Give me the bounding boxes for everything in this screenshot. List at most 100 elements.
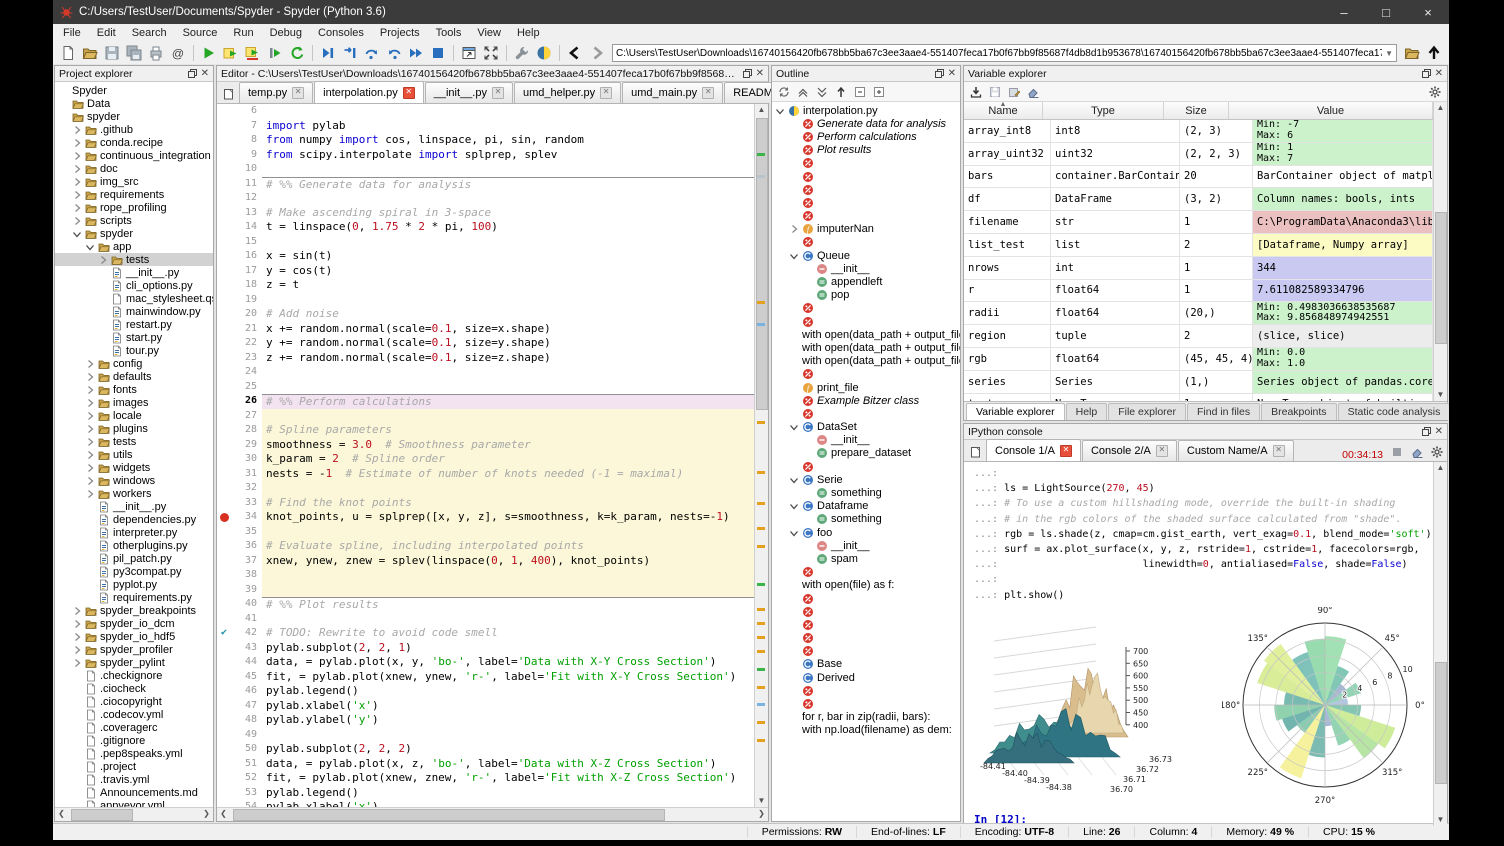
outline-item[interactable] (772, 315, 960, 328)
outline-item[interactable] (772, 632, 960, 645)
close-pane-icon[interactable]: ✕ (756, 69, 764, 79)
find-button[interactable]: @ (167, 44, 189, 62)
column-header-size[interactable]: Size (1164, 102, 1229, 119)
debug-button[interactable] (317, 44, 339, 62)
outline-item[interactable] (772, 210, 960, 223)
menu-run[interactable]: Run (225, 26, 261, 40)
outline-item-with-open-data-path-output-file-n-[interactable]: with open(data_path + output_file_n... (772, 341, 960, 354)
tree-item-plugins[interactable]: plugins (55, 422, 213, 435)
variable-explorer-options-button[interactable] (1427, 84, 1443, 99)
tree-item--ciocheck[interactable]: .ciocheck (55, 682, 213, 695)
column-header-name[interactable]: ▲Name (964, 102, 1043, 119)
plugin-tab-help[interactable]: Help (1066, 403, 1108, 420)
minimize-button[interactable]: – (1323, 0, 1365, 24)
save-button[interactable] (101, 44, 123, 62)
outline-item-plot-results[interactable]: Plot results (772, 144, 960, 157)
tree-item-tour-py[interactable]: tour.py (55, 344, 213, 357)
close-pane-icon[interactable]: ✕ (1435, 427, 1443, 437)
console-tab-console-1-a[interactable]: Console 1/A✕ (986, 439, 1081, 461)
scroll-down-icon[interactable]: ▼ (1434, 389, 1447, 401)
outline-item[interactable] (772, 684, 960, 697)
tree-item-spyder-io-dcm[interactable]: spyder_io_dcm (55, 617, 213, 630)
tree-item-conda-recipe[interactable]: conda.recipe (55, 136, 213, 149)
tree-item-requirements[interactable]: requirements (55, 188, 213, 201)
save-data-button[interactable] (987, 84, 1003, 99)
outline-item-dataset[interactable]: DataSet (772, 421, 960, 434)
scroll-left-icon[interactable]: ❮ (217, 808, 230, 820)
print-button[interactable] (145, 44, 167, 62)
working-directory-input[interactable]: C:\Users\TestUser\Downloads\16740156420f… (612, 44, 1397, 62)
run-cell-button[interactable] (220, 44, 242, 62)
back-button[interactable] (564, 44, 586, 62)
tree-item-mac-stylesheet-qss[interactable]: mac_stylesheet.qss (55, 292, 213, 305)
outline-item-something[interactable]: something (772, 513, 960, 526)
run-button[interactable] (198, 44, 220, 62)
column-header-type[interactable]: Type (1043, 102, 1164, 119)
outline-item[interactable] (772, 196, 960, 209)
outline-item-prepare-dataset[interactable]: prepare_dataset (772, 447, 960, 460)
stop-debug-button[interactable] (427, 44, 449, 62)
outline-item-spam[interactable]: spam (772, 552, 960, 565)
menu-projects[interactable]: Projects (372, 26, 428, 40)
tree-item-mainwindow-py[interactable]: mainwindow.py (55, 305, 213, 318)
collapse-section-button[interactable] (795, 84, 811, 99)
close-tab-icon[interactable]: ✕ (600, 87, 612, 99)
outline-item-something[interactable]: something (772, 486, 960, 499)
maximize-button[interactable]: □ (1365, 0, 1407, 24)
tree-item-cli-options-py[interactable]: cli_options.py (55, 279, 213, 292)
variable-row-nrows[interactable]: nrowsint1344 (964, 257, 1433, 280)
menu-search[interactable]: Search (124, 26, 175, 40)
tree-item-fonts[interactable]: fonts (55, 383, 213, 396)
tree-item-tests[interactable]: tests (55, 253, 213, 266)
tree-item-locale[interactable]: locale (55, 409, 213, 422)
console-vscrollbar[interactable]: ▲ ▼ (1433, 462, 1447, 826)
outline-item--init-[interactable]: __init__ (772, 539, 960, 552)
run-selection-button[interactable] (264, 44, 286, 62)
plugin-tab-find-in-files[interactable]: Find in files (1187, 403, 1260, 420)
remove-all-button[interactable] (1025, 84, 1041, 99)
outline-item-for-r-bar-in-zip-radii-bars-[interactable]: for r, bar in zip(radii, bars): (772, 711, 960, 724)
tree-item-spyder-profiler[interactable]: spyder_profiler (55, 643, 213, 656)
scroll-left-icon[interactable]: ❮ (55, 808, 68, 820)
editor-tab-interpolation-py[interactable]: interpolation.py✕ (314, 81, 424, 103)
plugin-tab-variable-explorer[interactable]: Variable explorer (966, 403, 1065, 420)
outline-item[interactable] (772, 302, 960, 315)
outline-item[interactable] (772, 407, 960, 420)
menu-tools[interactable]: Tools (428, 26, 470, 40)
tree-item-defaults[interactable]: defaults (55, 370, 213, 383)
console-options-button[interactable] (1427, 443, 1447, 461)
close-tab-icon[interactable]: ✕ (292, 87, 304, 99)
menu-file[interactable]: File (55, 26, 89, 40)
scroll-up-icon[interactable]: ▲ (755, 104, 768, 116)
outline-item-example-bitzer-class[interactable]: Example Bitzer class (772, 394, 960, 407)
variable-table[interactable]: ▲NameTypeSizeValuearray_int8int8(2, 3)Mi… (964, 102, 1433, 401)
editor-hscrollbar[interactable]: ❮ ❯ (217, 807, 768, 821)
console-tab-console-2-a[interactable]: Console 2/A✕ (1082, 440, 1177, 461)
open-dir-button[interactable] (1401, 44, 1423, 62)
outline-item-derived[interactable]: Derived (772, 671, 960, 684)
browse-tabs-icon[interactable] (219, 85, 239, 103)
plugin-tab-file-explorer[interactable]: File explorer (1108, 403, 1186, 420)
tree-item-scripts[interactable]: scripts (55, 214, 213, 227)
variable-row-array_uint32[interactable]: array_uint32uint32(2, 2, 3)Min: 1Max: 7 (964, 143, 1433, 166)
close-button[interactable]: × (1407, 0, 1449, 24)
outline-item-pop[interactable]: pop (772, 289, 960, 302)
tree-item-continuous-integration[interactable]: continuous_integration (55, 149, 213, 162)
outline-item[interactable] (772, 645, 960, 658)
tree-item-appveyor-yml[interactable]: appveyor.yml (55, 799, 213, 807)
go-to-cursor-button[interactable] (833, 84, 849, 99)
sync-button[interactable] (776, 84, 792, 99)
python-env-button[interactable] (533, 44, 555, 62)
editor-tab-umd-helper-py[interactable]: umd_helper.py✕ (514, 82, 621, 103)
forward-button[interactable] (586, 44, 608, 62)
tree-item-interpreter-py[interactable]: interpreter.py (55, 526, 213, 539)
scroll-up-icon[interactable]: ▲ (1434, 462, 1447, 474)
undock-icon[interactable] (1422, 427, 1431, 436)
tree-item-app[interactable]: app (55, 240, 213, 253)
undock-icon[interactable] (743, 69, 752, 78)
outline-item-base[interactable]: Base (772, 658, 960, 671)
tree-item-windows[interactable]: windows (55, 474, 213, 487)
undock-icon[interactable] (188, 69, 197, 78)
tree-item--pep8speaks-yml[interactable]: .pep8speaks.yml (55, 747, 213, 760)
tree-item--codecov-yml[interactable]: .codecov.yml (55, 708, 213, 721)
